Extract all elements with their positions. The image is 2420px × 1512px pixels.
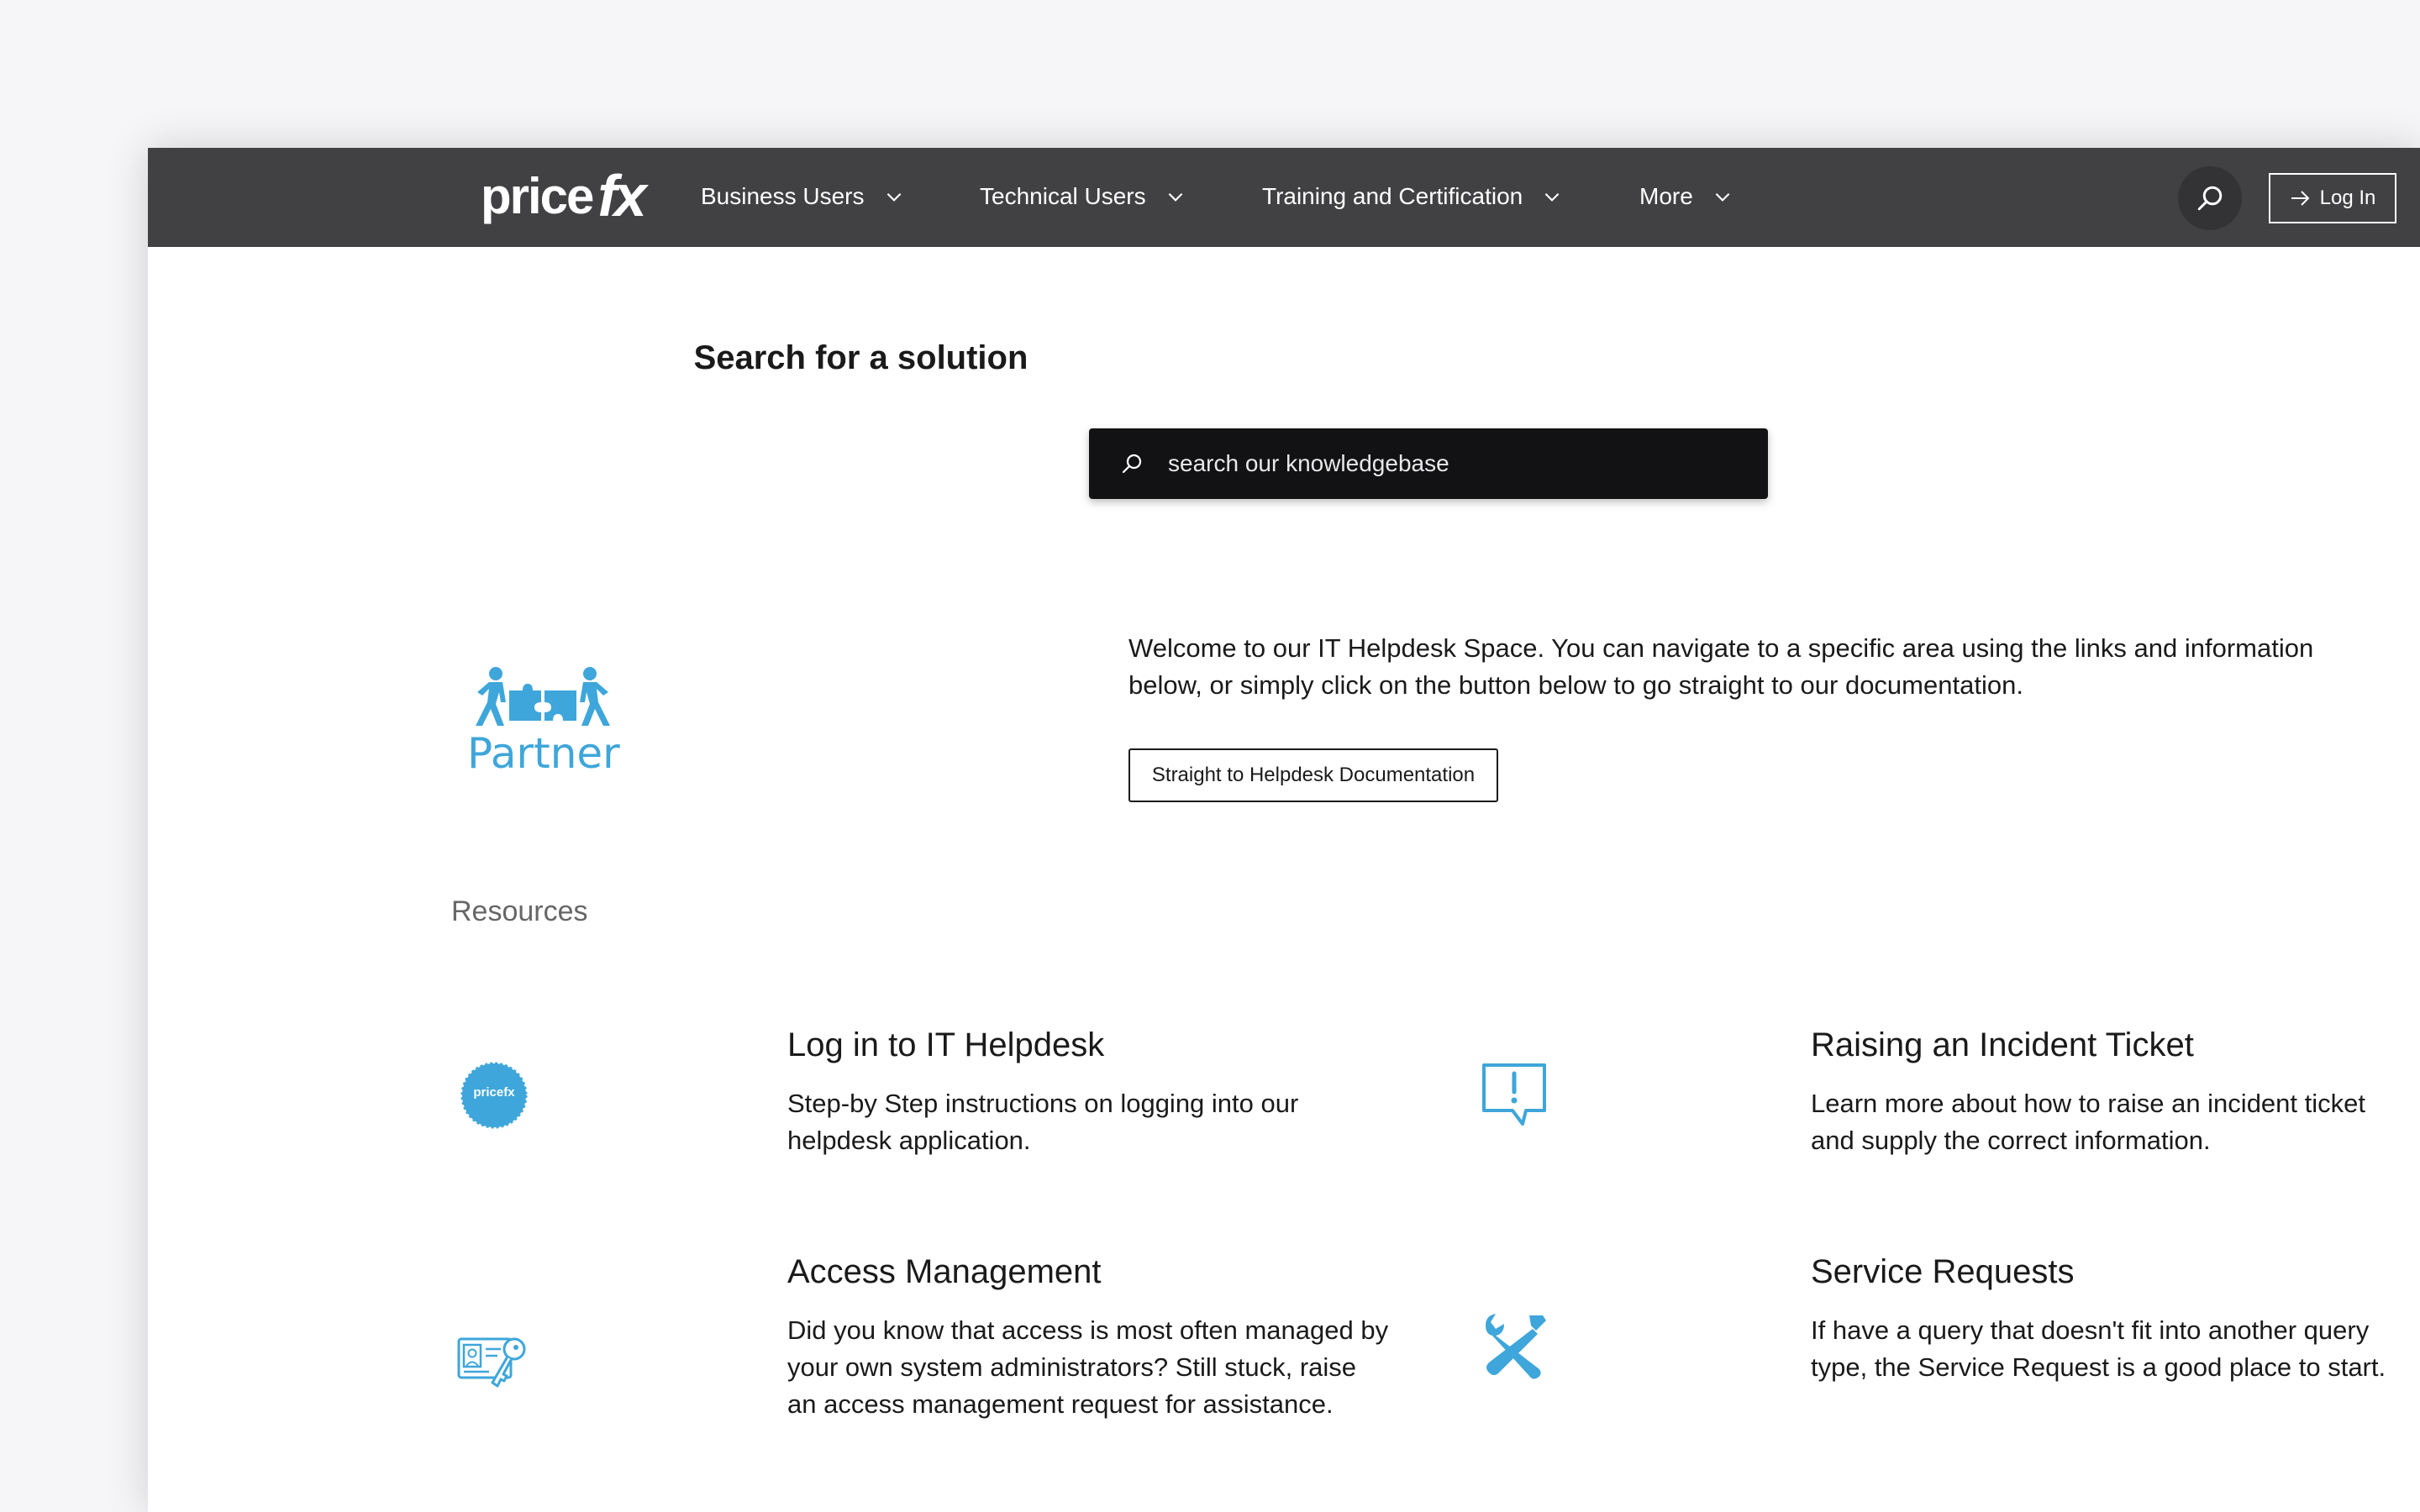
- card-desc-access: Did you know that access is most often m…: [787, 1315, 1389, 1419]
- login-arrow-icon: [2291, 191, 2310, 206]
- chevron-down-icon: [1715, 192, 1730, 202]
- chevron-down-icon: [1544, 192, 1560, 202]
- card-title-access[interactable]: Access Management: [787, 1253, 1102, 1291]
- card-desc-login: Step-by Step instructions on logging int…: [787, 1089, 1299, 1155]
- nav-search-button[interactable]: [2178, 166, 2242, 230]
- card-login-icon-wrap[interactable]: pricefx: [460, 1062, 528, 1129]
- login-label: Log In: [2319, 186, 2376, 209]
- nav-business-users-label: Business Users: [701, 183, 865, 209]
- search-input[interactable]: [1166, 449, 1741, 478]
- nav-business-users[interactable]: Business Users: [701, 178, 905, 215]
- knowledgebase-search[interactable]: [1089, 428, 1768, 499]
- nav-more-label: More: [1639, 183, 1693, 209]
- browser-window: price fx Business Users Technical Users …: [148, 148, 2420, 1512]
- helpdesk-documentation-button[interactable]: Straight to Helpdesk Documentation: [1128, 748, 1498, 802]
- speech-bubble-exclamation-icon: [1482, 1063, 1546, 1126]
- card-title-login[interactable]: Log in to IT Helpdesk: [787, 1026, 1104, 1064]
- login-button[interactable]: Log In: [2269, 173, 2396, 223]
- partner-label: Partner: [467, 729, 620, 778]
- welcome-text: Welcome to our IT Helpdesk Space. You ca…: [1128, 633, 2314, 700]
- nav-more[interactable]: More: [1639, 178, 1733, 215]
- nav-training-certification[interactable]: Training and Certification: [1262, 178, 1563, 215]
- logo-price-text: price: [481, 167, 594, 224]
- search-heading: Search for a solution: [693, 339, 1028, 376]
- badge-text: pricefx: [473, 1085, 515, 1100]
- search-icon: [2197, 186, 2223, 211]
- card-service-icon-wrap[interactable]: [1481, 1310, 1551, 1381]
- wrench-screwdriver-icon: [1486, 1314, 1546, 1379]
- chevron-down-icon: [886, 192, 901, 202]
- card-title-incident[interactable]: Raising an Incident Ticket: [1811, 1026, 2194, 1064]
- search-icon: [1122, 454, 1142, 474]
- card-incident-icon-wrap[interactable]: [1479, 1060, 1549, 1131]
- id-card-key-icon: [457, 1337, 526, 1388]
- partner-puzzle-icon: [476, 667, 610, 726]
- logo-fx-text: fx: [597, 163, 646, 228]
- card-desc-incident: Learn more about how to raise an inciden…: [1811, 1089, 2365, 1155]
- nav-technical-users-label: Technical Users: [980, 183, 1146, 209]
- card-title-service[interactable]: Service Requests: [1811, 1253, 2074, 1291]
- top-navbar: price fx Business Users Technical Users …: [148, 148, 2420, 247]
- chevron-down-icon: [1168, 192, 1182, 202]
- nav-technical-users[interactable]: Technical Users: [980, 178, 1186, 215]
- card-desc-service: If have a query that doesn't fit into an…: [1811, 1315, 2386, 1382]
- resources-heading: Resources: [451, 895, 588, 927]
- nav-training-certification-label: Training and Certification: [1262, 183, 1523, 209]
- pricefx-logo[interactable]: price fx: [481, 163, 647, 228]
- card-access-icon-wrap[interactable]: [455, 1331, 531, 1394]
